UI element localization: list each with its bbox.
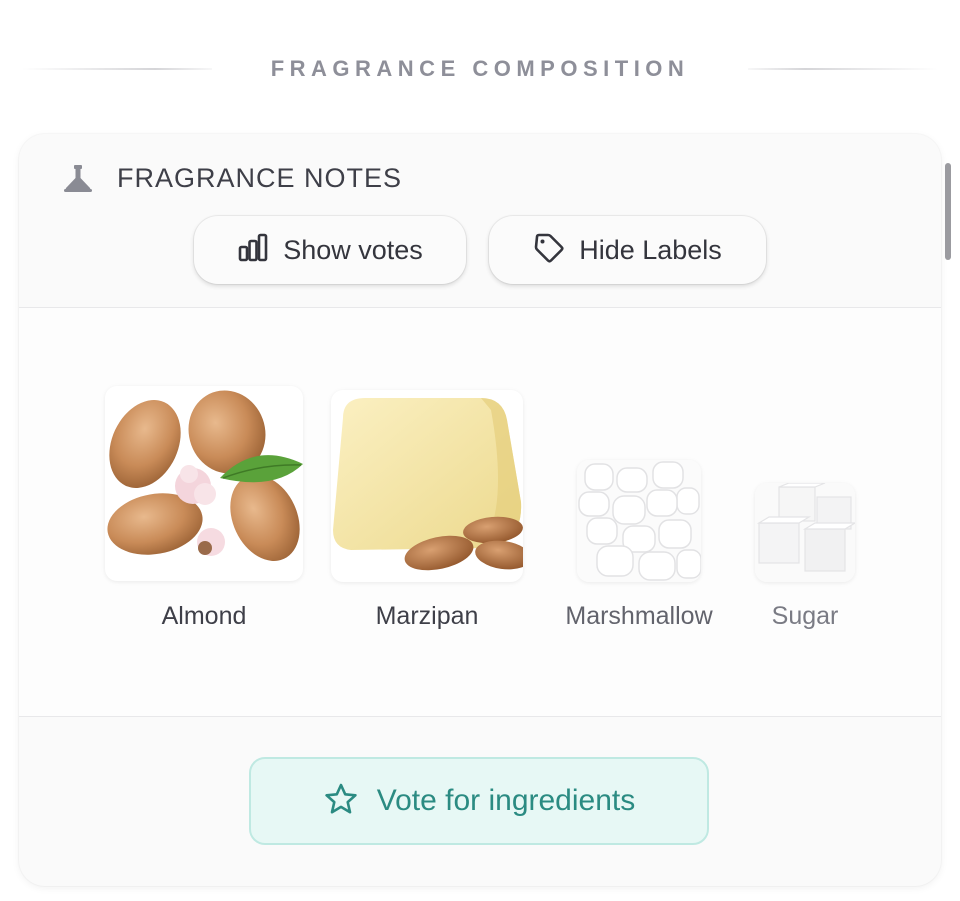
card-title: FRAGRANCE NOTES xyxy=(117,162,403,193)
hide-labels-label: Hide Labels xyxy=(579,234,722,265)
note-thumb-sugar[interactable] xyxy=(755,483,855,582)
marzipan-image xyxy=(333,398,523,571)
show-votes-button[interactable]: Show votes xyxy=(194,216,466,284)
tag-icon xyxy=(533,232,565,269)
scrollbar-thumb[interactable] xyxy=(945,163,951,260)
notes-area: Almond Marzipan Marshmallow Sugar xyxy=(19,308,941,716)
hide-labels-button[interactable]: Hide Labels xyxy=(489,216,766,284)
star-icon xyxy=(323,782,359,821)
note-thumb-marzipan[interactable] xyxy=(331,390,523,582)
vote-for-ingredients-label: Vote for ingredients xyxy=(376,784,636,817)
perfume-bottle-icon xyxy=(61,163,95,193)
bar-chart-icon xyxy=(237,233,269,268)
section-header: FRAGRANCE COMPOSITION xyxy=(0,50,960,90)
note-label-sugar: Sugar xyxy=(771,602,839,630)
note-thumb-almond[interactable] xyxy=(105,386,303,581)
almond-image xyxy=(107,390,303,561)
note-label-marzipan: Marzipan xyxy=(375,602,479,630)
card-header: FRAGRANCE NOTES xyxy=(61,158,402,198)
divider-bottom xyxy=(19,716,941,717)
show-votes-label: Show votes xyxy=(283,234,423,265)
section-divider-right xyxy=(748,68,938,70)
marshmallow-image xyxy=(577,460,701,582)
note-label-marshmallow: Marshmallow xyxy=(565,602,713,630)
note-thumb-marshmallow[interactable] xyxy=(577,460,701,582)
sugar-image xyxy=(755,483,855,582)
fragrance-notes-card: FRAGRANCE NOTES Show votes Hide Labels A… xyxy=(19,134,941,886)
vote-for-ingredients-button[interactable]: Vote for ingredients xyxy=(249,757,709,845)
note-label-almond: Almond xyxy=(161,602,247,630)
